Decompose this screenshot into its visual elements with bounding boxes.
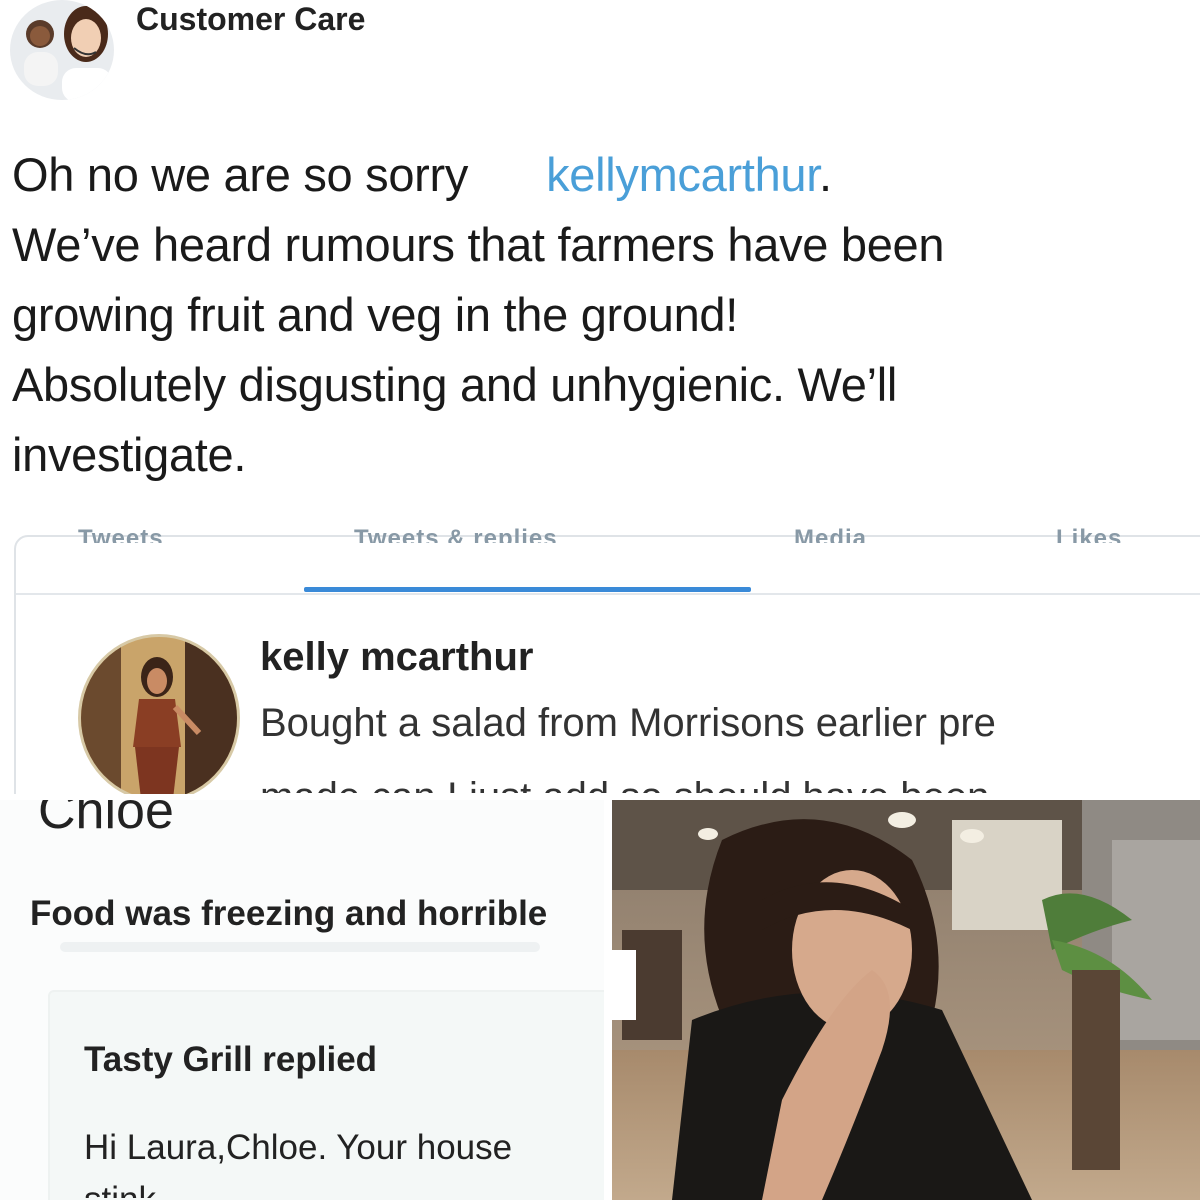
tab-tweets[interactable]: Tweets [78, 527, 164, 543]
review-panel: Chloe Food was freezing and horrible Tas… [0, 794, 608, 1200]
customer-care-tweet: Customer Care Oh no we are so sorry kelly… [0, 0, 1200, 794]
reply-author-name[interactable]: kelly mcarthur [260, 635, 533, 680]
active-tab-indicator [304, 587, 751, 592]
tweet-line-1-text: Oh no we are so sorry [12, 148, 469, 201]
profile-tabs: Tweets Tweets & replies Media Likes [16, 527, 1200, 595]
mention-suffix: . [819, 148, 832, 201]
tweet-line-2: We’ve heard rumours that farmers have be… [12, 218, 945, 271]
tab-media[interactable]: Media [794, 527, 867, 543]
owner-reply-title: Tasty Grill replied [84, 1040, 378, 1079]
agent-headset-icon [62, 6, 112, 100]
collage-divider-vertical [604, 794, 612, 1200]
kelly-avatar[interactable] [78, 634, 240, 794]
tab-tweets-and-replies[interactable]: Tweets & replies [354, 527, 558, 543]
tab-divider [16, 593, 1200, 595]
reviewer-name: Chloe [38, 794, 174, 840]
person-photo-icon [81, 637, 237, 794]
review-text: Food was freezing and horrible [30, 894, 548, 933]
tweet-line-3: growing fruit and veg in the ground! [12, 288, 739, 341]
restaurant-photo [612, 800, 1200, 1200]
tweet-line-4: Absolutely disgusting and unhygienic. We… [12, 358, 897, 411]
owner-reply-text-truncated: stink [84, 1182, 156, 1198]
reply-text: Bought a salad from Morrisons earlier pr… [260, 701, 996, 745]
owner-reply-box: Tasty Grill replied Hi Laura,Chloe. Your… [48, 990, 608, 1200]
woman-facepalm-photo [612, 800, 1200, 1200]
tweet-line-1: Oh no we are so sorry kellymcarthur. [12, 140, 1200, 210]
customer-care-avatar[interactable] [10, 0, 114, 100]
account-name[interactable]: Customer Care [136, 0, 365, 38]
blurred-text [60, 942, 540, 952]
tweet-line-5: investigate. [12, 428, 247, 481]
profile-card: Tweets Tweets & replies Media Likes kell… [14, 527, 1200, 794]
tweet-body: Oh no we are so sorry kellymcarthur. We’v… [12, 140, 1200, 490]
reply-text-truncated: made can I just add so should have been [260, 767, 989, 793]
tab-likes[interactable]: Likes [1056, 527, 1122, 543]
mention-link[interactable]: kellymcarthur [546, 148, 819, 201]
owner-reply-text: Hi Laura,Chloe. Your house [84, 1128, 513, 1167]
